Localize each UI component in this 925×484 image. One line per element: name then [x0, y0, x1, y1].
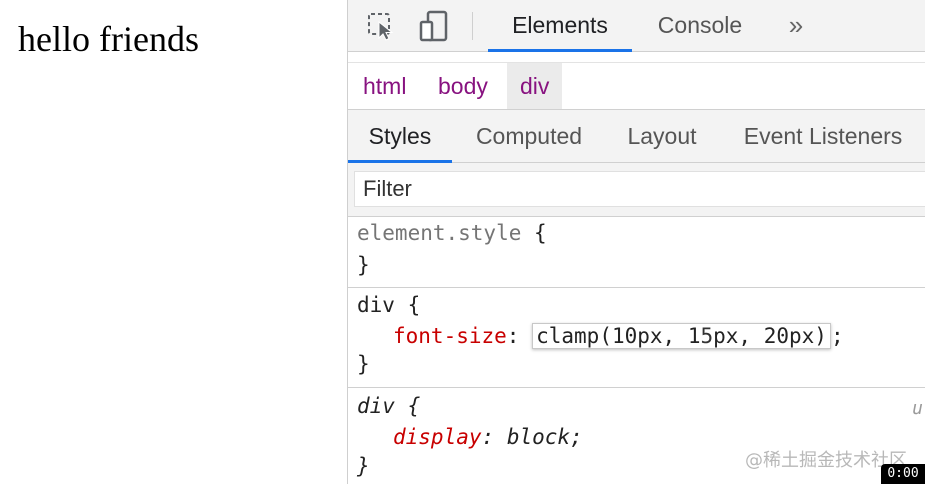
rule-close-brace: } [357, 454, 370, 478]
rule-selector: div [357, 394, 395, 418]
breadcrumb-body[interactable]: body [425, 63, 501, 109]
rule-element-style: element.style { } [348, 217, 925, 288]
filter-bar: Filter [348, 163, 925, 217]
rule-source-label[interactable]: u [912, 398, 923, 419]
rule-open-brace: { [407, 293, 421, 317]
tab-styles[interactable]: Styles [348, 110, 452, 163]
page-viewport: hello friends [0, 0, 347, 484]
property-semicolon: ; [830, 324, 844, 348]
filter-input[interactable]: Filter [354, 171, 925, 207]
tab-computed[interactable]: Computed [460, 110, 598, 162]
value-suffix: px, 20px) [713, 324, 827, 348]
rule-div-author: div { font-size: clamp(10px, 15px, 20px)… [348, 288, 925, 388]
property-name[interactable]: font-size [393, 324, 507, 348]
breadcrumb-html[interactable]: html [350, 63, 419, 109]
property-colon: : [506, 324, 520, 348]
rule-selector[interactable]: div [357, 293, 395, 317]
property-colon: : [481, 425, 495, 449]
breadcrumb-div[interactable]: div [507, 63, 563, 109]
devtools-panel: Elements Console » html body div Styles … [347, 0, 925, 484]
property-value: block [506, 425, 571, 449]
rule-close-brace: } [357, 352, 370, 376]
tab-layout[interactable]: Layout [614, 110, 710, 162]
tab-console[interactable]: Console [640, 0, 760, 51]
toolbar-divider [472, 12, 473, 40]
device-toggle-icon[interactable] [418, 10, 450, 42]
breadcrumb: html body div [348, 62, 925, 110]
styles-sidebar-tabs: Styles Computed Layout Event Listeners [348, 110, 925, 163]
tab-event-listeners[interactable]: Event Listeners [728, 110, 918, 162]
timestamp-badge: 0:00 [881, 464, 925, 484]
text-cursor-icon: 5 [700, 324, 714, 348]
property-name: display [393, 425, 482, 449]
page-text: hello friends [18, 19, 199, 59]
devtools-toolbar: Elements Console » [348, 0, 925, 52]
property-semicolon: ; [570, 425, 583, 449]
inspect-element-icon[interactable] [366, 10, 398, 42]
rule-open-brace: { [407, 394, 421, 418]
more-tabs-icon[interactable]: » [778, 0, 814, 51]
rule-selector[interactable]: element.style [357, 221, 521, 245]
rule-open-brace: { [534, 221, 547, 245]
property-value-editor[interactable]: clamp(10px, 15px, 20px) [532, 323, 831, 349]
rule-close-brace: } [357, 253, 370, 277]
value-prefix: clamp(10px, 1 [536, 324, 701, 348]
tab-elements[interactable]: Elements [488, 0, 632, 52]
